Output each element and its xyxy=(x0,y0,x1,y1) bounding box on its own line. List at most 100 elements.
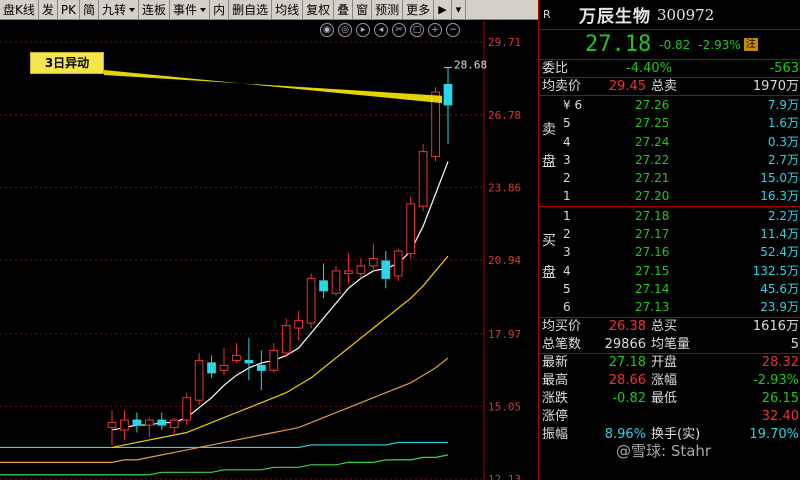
stock-code: 300972 xyxy=(657,5,715,24)
stat-value: 28.66 xyxy=(608,372,646,388)
stat-value: 27.18 xyxy=(608,354,646,370)
buy-level: 1 xyxy=(563,208,571,223)
candle-body xyxy=(406,203,416,255)
sell-quantity: 15.0万 xyxy=(760,171,799,186)
sell-level-row[interactable]: ¥ 6 27.26 7.9万 xyxy=(539,96,800,114)
stat-label: 开盘 xyxy=(651,354,678,370)
stat-row: 涨停 32.40 xyxy=(539,408,800,426)
candle-body xyxy=(306,277,316,324)
sell-price: 27.25 xyxy=(635,116,670,131)
buy-quantity: 23.9万 xyxy=(760,300,799,315)
candle-body xyxy=(107,422,117,429)
toolbar: 盘K线发 PK 简九转 连板 事件内删自选 均线 复权叠窗预测 更多 ▶ ▾ xyxy=(0,0,538,20)
toolbar-item[interactable]: 叠 xyxy=(334,0,354,19)
price-tick-label: 29.71 xyxy=(488,36,521,49)
eye-icon[interactable]: ◉ xyxy=(320,23,334,37)
scissors-icon[interactable]: ✂ xyxy=(392,23,406,37)
stat-label: 涨停 xyxy=(542,408,569,424)
buy-level-row[interactable]: 2 27.17 11.4万 xyxy=(539,225,800,243)
sell-price: 27.21 xyxy=(635,171,670,186)
zoom-in-icon[interactable]: + xyxy=(428,23,442,37)
ask-avg-label: 均卖价 xyxy=(542,79,582,94)
toolbar-item[interactable]: 盘K线 xyxy=(0,0,39,19)
high-price-label: 28.68 xyxy=(454,59,487,72)
zoom-out-icon[interactable]: − xyxy=(446,23,460,37)
toolbar-item[interactable]: PK xyxy=(58,0,80,19)
toolbar-item[interactable]: 事件 xyxy=(170,0,211,19)
buy-quantity: 11.4万 xyxy=(760,227,799,242)
last-price: 27.18 xyxy=(585,32,652,57)
sell-level-row[interactable]: 4 27.24 0.3万 xyxy=(539,133,800,151)
ma5-line xyxy=(111,161,449,431)
buy-level: 5 xyxy=(563,281,571,296)
buy-level-row[interactable]: 5 27.14 45.6万 xyxy=(539,280,800,298)
stat-value: 32.40 xyxy=(761,408,799,424)
stat-row: 最高 28.66 涨幅 -2.93% xyxy=(539,372,800,390)
stat-label: 涨幅 xyxy=(651,372,678,388)
stat-value: -0.82 xyxy=(612,390,646,406)
toolbar-item[interactable]: 删自选 xyxy=(229,0,273,19)
play-icon[interactable]: ▸ xyxy=(356,23,370,37)
watermark: @雪球: Stahr xyxy=(616,442,712,460)
price-tick-label: 12.13 xyxy=(488,473,521,480)
buy-quantity: 45.6万 xyxy=(760,281,799,296)
candle-body xyxy=(443,84,453,106)
sell-level: 3 xyxy=(563,152,571,167)
sell-quantity: 16.3万 xyxy=(760,189,799,204)
stat-value: 28.32 xyxy=(761,354,799,370)
buy-price: 27.14 xyxy=(635,281,670,296)
candle-body xyxy=(281,325,291,354)
toolbar-item[interactable]: 发 xyxy=(39,0,58,19)
ma10-line xyxy=(111,255,449,449)
kline-svg[interactable]: 29.71 26.78 23.86 20.94 17.97 15.05 12.13 28.68 xyxy=(0,21,538,480)
toolbar-item[interactable]: 窗 xyxy=(353,0,373,19)
sell-quantity: 7.9万 xyxy=(767,98,799,112)
sell-level-row[interactable]: 2 27.21 15.0万 xyxy=(539,169,800,187)
abnormal-move-annotation[interactable]: 3日异动 xyxy=(30,52,104,74)
sell-level: 5 xyxy=(563,116,571,131)
buy-level-row[interactable]: 6 27.13 23.9万 xyxy=(539,298,800,316)
copy-icon[interactable]: ▢ xyxy=(410,23,424,37)
note-badge[interactable]: 注 xyxy=(743,38,758,51)
crosshair-icon[interactable]: ◎ xyxy=(338,23,352,37)
toolbar-item[interactable]: 预测 xyxy=(372,0,404,19)
sell-level-row[interactable]: 1 27.20 16.3万 xyxy=(539,187,800,205)
kline-chart[interactable]: 29.71 26.78 23.86 20.94 17.97 15.05 12.13 28.68… xyxy=(0,21,538,480)
pin-right-icon[interactable]: ▶ xyxy=(434,0,452,19)
prev-icon[interactable]: ◂ xyxy=(374,23,388,37)
candle-body xyxy=(393,250,403,277)
price-row: 27.18 -0.82 -2.93% 注 xyxy=(539,30,800,60)
stat-value: 19.70% xyxy=(749,426,799,442)
buy-price: 27.13 xyxy=(635,300,670,315)
toolbar-item[interactable]: 更多 xyxy=(403,0,435,19)
bid-avg-value: 26.38 xyxy=(608,318,646,334)
stat-value: -2.93% xyxy=(753,372,799,388)
buy-level-row[interactable]: 4 27.15 132.5万 xyxy=(539,262,800,280)
sell-level-row[interactable]: 3 27.22 2.7万 xyxy=(539,151,800,169)
candle-body xyxy=(157,419,167,426)
chevron-down-icon[interactable]: ▾ xyxy=(452,0,467,19)
toolbar-item[interactable]: 内 xyxy=(210,0,230,19)
toolbar-item[interactable]: 简 xyxy=(80,0,100,19)
toolbar-item[interactable]: 复权 xyxy=(303,0,335,19)
bid-total-label: 总买 xyxy=(651,318,678,334)
buy-level: 3 xyxy=(563,245,571,260)
toolbar-item[interactable]: 九转 xyxy=(99,0,140,19)
candle-body xyxy=(418,151,428,207)
candle-body xyxy=(269,349,279,371)
price-tick-label: 20.94 xyxy=(488,254,521,267)
price-tick-label: 17.97 xyxy=(488,328,521,341)
buy-level-row[interactable]: 3 27.16 52.4万 xyxy=(539,243,800,261)
sell-level-row[interactable]: 5 27.25 1.6万 xyxy=(539,114,800,132)
buy-quantity: 52.4万 xyxy=(760,245,799,260)
toolbar-item[interactable]: 均线 xyxy=(272,0,304,19)
sell-quantity: 0.3万 xyxy=(767,134,799,149)
stat-row: 涨跌 -0.82 最低 26.15 xyxy=(539,390,800,408)
ask-avg-row: 均卖价 29.45 总卖 1970万 xyxy=(539,78,800,96)
buy-level-row[interactable]: 1 27.18 2.2万 xyxy=(539,207,800,225)
quote-header: R 万辰生物 300972 xyxy=(539,0,800,30)
ma60-line xyxy=(0,441,448,449)
toolbar-item[interactable]: 连板 xyxy=(139,0,171,19)
sell-price: 27.22 xyxy=(635,152,670,167)
candle-body xyxy=(368,258,378,267)
